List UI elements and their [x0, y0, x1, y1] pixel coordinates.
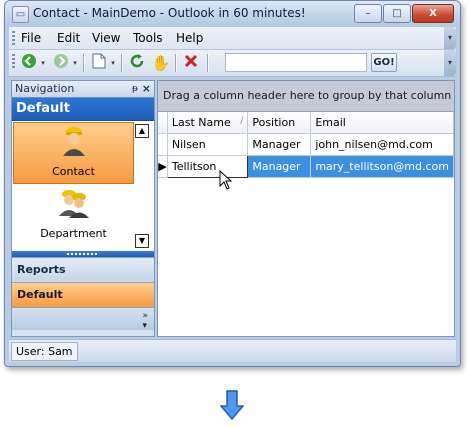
configure-buttons-icon[interactable]: » ▾	[142, 311, 148, 331]
table-row-selected[interactable]: ▶ Tellitson Manager mary_tellitson@md.co…	[158, 155, 454, 178]
delete-icon[interactable]	[181, 53, 201, 73]
menu-edit[interactable]: Edit	[57, 31, 80, 45]
navigation-header: Navigation ᵽ ×	[12, 81, 154, 97]
cell-last-name[interactable]: Nilsen	[167, 133, 249, 156]
status-user: User: Sam	[11, 342, 78, 361]
go-button[interactable]: GO!	[371, 53, 397, 72]
menu-file[interactable]: File	[21, 31, 41, 45]
sort-icon: /	[240, 116, 244, 126]
data-grid: Last Name / Position Email Nilsen Manage…	[158, 112, 454, 178]
back-dropdown-icon[interactable]: ▾	[39, 53, 47, 73]
navigation-pane: Navigation ᵽ × Default Contact ▲ Departm…	[11, 80, 155, 337]
navigation-items: Contact ▲ Department ▼	[12, 121, 154, 251]
splitter-grip	[67, 253, 99, 255]
current-row-icon: ▶	[158, 155, 168, 178]
status-bar: User: Sam	[9, 339, 456, 362]
forward-icon[interactable]	[51, 53, 71, 73]
maximize-button[interactable]: □	[383, 4, 411, 23]
new-document-icon[interactable]	[89, 53, 109, 73]
column-header-last-name[interactable]: Last Name /	[167, 112, 249, 134]
caption-buttons: – □ X	[353, 4, 454, 23]
nav-item-label: Contact	[52, 165, 95, 178]
header-row: Last Name / Position Email	[158, 112, 454, 134]
contact-icon	[14, 126, 133, 165]
pin-icon[interactable]: ᵽ	[132, 81, 138, 97]
cell-email[interactable]: john_nilsen@md.com	[310, 133, 454, 156]
minimize-button[interactable]: –	[354, 4, 382, 23]
toolbar-separator	[83, 54, 84, 72]
refresh-icon[interactable]	[127, 53, 147, 73]
row-indicator-header	[158, 112, 168, 134]
down-arrow-icon	[219, 390, 245, 421]
menu-overflow-icon[interactable]: ▾	[444, 27, 456, 49]
column-header-position[interactable]: Position	[247, 112, 312, 134]
group-by-panel[interactable]: Drag a column header here to group by th…	[158, 81, 454, 112]
toolbar: ▾ ▾ ▾ ✋ GO! ▾	[9, 50, 456, 77]
grid-panel: Drag a column header here to group by th…	[157, 80, 455, 337]
toolbar-grip[interactable]	[12, 54, 15, 68]
pane-splitter[interactable]	[12, 251, 154, 257]
toolbar-separator	[175, 54, 176, 72]
cell-position[interactable]: Manager	[247, 155, 312, 178]
cell-last-name[interactable]: Tellitson	[166, 155, 249, 178]
menu-help[interactable]: Help	[176, 31, 203, 45]
nav-section-default[interactable]: Default	[12, 282, 154, 307]
toolbar-separator	[121, 54, 122, 72]
menu-view[interactable]: View	[92, 31, 120, 45]
mouse-cursor-icon	[219, 169, 233, 194]
nav-section-reports[interactable]: Reports	[12, 257, 154, 282]
table-row[interactable]: Nilsen Manager john_nilsen@md.com	[158, 133, 454, 156]
scroll-down-icon[interactable]: ▼	[135, 234, 149, 248]
menu-bar: File Edit View Tools Help ▾	[9, 27, 456, 50]
navigation-group-title: Default	[12, 97, 154, 121]
menu-grip[interactable]	[12, 31, 15, 45]
search-input[interactable]	[225, 53, 367, 72]
navigation-footer: » ▾	[12, 307, 154, 331]
navigation-title: Navigation	[15, 82, 75, 95]
column-label: Last Name	[171, 116, 231, 129]
app-icon: ▭	[12, 6, 29, 23]
column-header-email[interactable]: Email	[310, 112, 454, 134]
new-dropdown-icon[interactable]: ▾	[109, 53, 117, 73]
toolbar-overflow-icon[interactable]: ▾	[444, 50, 456, 76]
forward-dropdown-icon[interactable]: ▾	[71, 53, 79, 73]
cell-email[interactable]: mary_tellitson@md.com	[310, 155, 454, 178]
toolbar-separator	[207, 54, 208, 72]
row-indicator	[158, 133, 168, 156]
nav-item-department[interactable]: Department	[13, 185, 134, 247]
back-icon[interactable]	[19, 53, 39, 73]
cell-position[interactable]: Manager	[247, 133, 312, 156]
scroll-up-icon[interactable]: ▲	[135, 124, 149, 138]
title-bar[interactable]: ▭ Contact - MainDemo - Outlook in 60 min…	[5, 1, 460, 27]
nav-item-contact[interactable]: Contact	[13, 122, 134, 184]
nav-item-label: Department	[40, 227, 107, 240]
close-pane-icon[interactable]: ×	[142, 81, 151, 97]
department-icon	[13, 188, 134, 227]
close-button[interactable]: X	[412, 4, 454, 23]
hand-icon[interactable]: ✋	[151, 53, 171, 73]
menu-tools[interactable]: Tools	[133, 31, 163, 45]
window-title: Contact - MainDemo - Outlook in 60 minut…	[33, 6, 306, 20]
